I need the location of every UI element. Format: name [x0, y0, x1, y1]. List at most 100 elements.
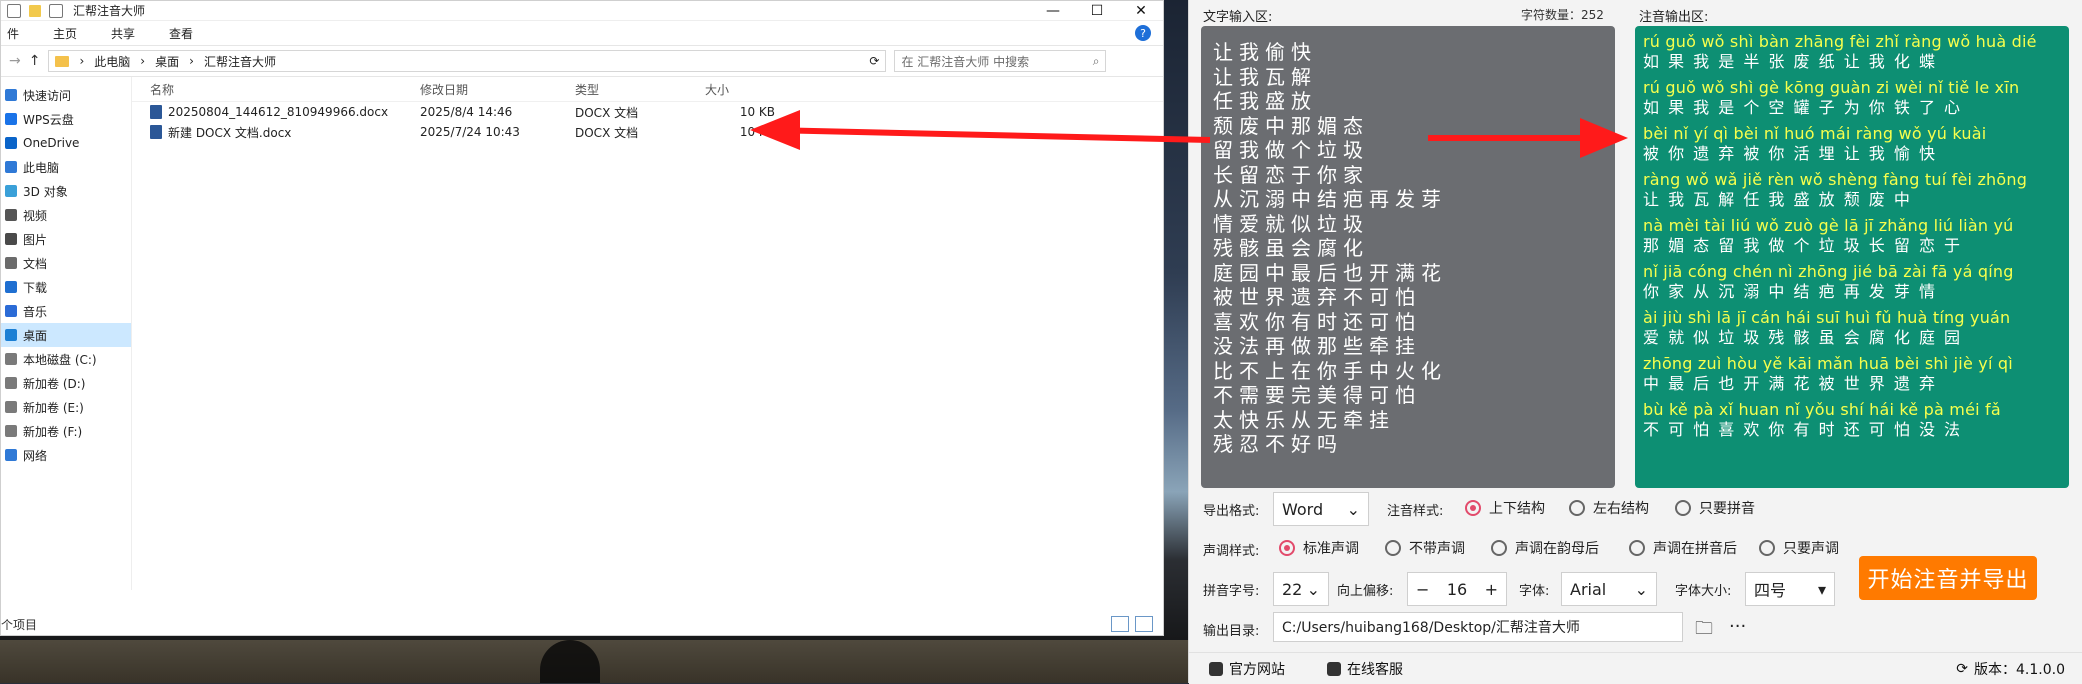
file-size: 10 KB [739, 125, 775, 139]
column-name[interactable]: 名称 [132, 81, 410, 98]
sidebar-item-music[interactable]: 音乐 [1, 299, 131, 323]
breadcrumb-current-folder[interactable]: 汇帮注音大师 [204, 53, 276, 70]
address-bar-row: → ↑ › 此电脑 › 桌面 › 汇帮注音大师 ⟳ 在 汇帮注音大师 中搜索 ⌕ [1, 46, 1163, 77]
properties-icon[interactable] [7, 3, 21, 18]
sidebar-item-documents[interactable]: 文档 [1, 251, 131, 275]
up-icon[interactable]: ↑ [29, 53, 41, 69]
file-explorer-window: 汇帮注音大师 — ☐ ✕ 件 主页 共享 查看 ? → ↑ › 此电脑 › 桌面… [0, 0, 1164, 636]
forward-icon[interactable]: → [9, 53, 21, 69]
computer-icon [5, 161, 17, 173]
drive-icon [5, 401, 17, 413]
search-placeholder: 在 汇帮注音大师 中搜索 [901, 54, 1030, 69]
hanzi-line: 不 可 怕 喜 欢 你 有 时 还 可 怕 没 法 [1643, 420, 1963, 439]
output-area-label: 注音输出区: [1639, 10, 1709, 25]
output-pair: rú guǒ wǒ shì gè kōng guàn zi wèi nǐ tiě… [1643, 78, 2069, 118]
sidebar-item-drive-e[interactable]: 新加卷 (E:) [1, 395, 131, 419]
address-bar[interactable]: › 此电脑 › 桌面 › 汇帮注音大师 ⟳ [48, 50, 887, 72]
sidebar-item-drive-f[interactable]: 新加卷 (F:) [1, 419, 131, 443]
breadcrumb-this-pc[interactable]: 此电脑 [94, 53, 130, 70]
customize-quick-access-icon[interactable] [49, 3, 63, 18]
output-dir-field[interactable]: C:/Users/huibang168/Desktop/汇帮注音大师 [1273, 612, 1683, 642]
sidebar-item-label: 此电脑 [23, 160, 60, 175]
sidebar-item-label: 新加卷 (E:) [23, 400, 84, 415]
sidebar-item-videos[interactable]: 视频 [1, 203, 131, 227]
zhuyin-option-top-bottom[interactable]: 上下结构 [1465, 498, 1545, 518]
pinyin-size-select[interactable]: 22 ⌄ [1273, 572, 1329, 606]
online-service-link[interactable]: 在线客服 [1327, 659, 1403, 679]
open-folder-icon[interactable]: 🗀 [1695, 616, 1713, 646]
input-line: 让我偷快 [1213, 40, 1317, 64]
tab-home[interactable]: 主页 [53, 25, 77, 42]
tone-option-after-vowel[interactable]: 声调在韵母后 [1491, 538, 1599, 558]
tab-view[interactable]: 查看 [169, 25, 193, 42]
offset-stepper[interactable]: − 16 + [1407, 572, 1507, 606]
details-view-icon[interactable] [1111, 616, 1129, 632]
export-format-select[interactable]: Word ⌄ [1273, 492, 1369, 526]
input-line: 没法再做那些牵挂 [1213, 334, 1421, 358]
tone-option-none[interactable]: 不带声调 [1385, 538, 1465, 558]
refresh-icon[interactable]: ⟳ [1956, 661, 1968, 677]
close-button[interactable]: ✕ [1119, 1, 1163, 20]
tab-file[interactable]: 件 [7, 25, 19, 42]
cube-icon [5, 185, 17, 197]
sidebar-item-3d-objects[interactable]: 3D 对象 [1, 179, 131, 203]
file-list: 名称 修改日期 类型 大小 20250804_144612_810949966.… [132, 77, 1163, 590]
new-folder-icon[interactable] [29, 4, 41, 17]
zhuyin-option-pinyin-only[interactable]: 只要拼音 [1675, 498, 1755, 518]
sidebar-item-pictures[interactable]: 图片 [1, 227, 131, 251]
download-icon [5, 281, 17, 293]
view-buttons [1111, 616, 1153, 632]
tone-option-after-pinyin[interactable]: 声调在拼音后 [1629, 538, 1737, 558]
file-row[interactable]: 新建 DOCX 文档.docx 2025/7/24 10:43 DOCX 文档 … [132, 122, 1163, 142]
sidebar-item-onedrive[interactable]: OneDrive [1, 131, 131, 155]
input-line: 不需要完美得可怕 [1213, 383, 1421, 407]
start-zhuyin-export-button[interactable]: 开始注音并导出 [1859, 556, 2037, 600]
column-date[interactable]: 修改日期 [410, 81, 565, 98]
sidebar-item-wps-cloud[interactable]: WPS云盘 [1, 107, 131, 131]
increment-button[interactable]: + [1485, 580, 1498, 599]
output-pair: bèi nǐ yí qì bèi nǐ huó mái ràng wǒ yú k… [1643, 124, 2069, 164]
more-options-button[interactable]: ··· [1729, 616, 1746, 637]
sidebar-item-downloads[interactable]: 下载 [1, 275, 131, 299]
tone-option-tone-only[interactable]: 只要声调 [1759, 538, 1839, 558]
file-name: 新建 DOCX 文档.docx [168, 125, 292, 140]
sidebar-item-network[interactable]: 网络 [1, 443, 131, 467]
window-title: 汇帮注音大师 [73, 4, 146, 18]
sidebar-item-drive-d[interactable]: 新加卷 (D:) [1, 371, 131, 395]
official-site-link[interactable]: 官方网站 [1209, 659, 1285, 679]
help-icon[interactable]: ? [1135, 25, 1151, 41]
large-icons-view-icon[interactable] [1135, 616, 1153, 632]
output-pair: nǐ jiā cóng chén nì zhōng jié bā zài fā … [1643, 262, 2069, 302]
decrement-button[interactable]: − [1416, 580, 1429, 599]
minimize-button[interactable]: — [1031, 1, 1075, 20]
radio-icon [1675, 500, 1691, 516]
sidebar-item-drive-c[interactable]: 本地磁盘 (C:) [1, 347, 131, 371]
pinyin-line: ài jiù shì lā jī cán hái suī huì fǔ huà … [1643, 308, 2011, 327]
maximize-button[interactable]: ☐ [1075, 1, 1119, 20]
explorer-main: 快速访问 WPS云盘 OneDrive 此电脑 3D 对象 视频 图片 文档 下… [1, 77, 1163, 590]
zhuyin-option-left-right[interactable]: 左右结构 [1569, 498, 1649, 518]
tab-share[interactable]: 共享 [111, 25, 135, 42]
version-text: 版本：4.1.0.0 [1974, 661, 2065, 678]
zhuyin-output-area[interactable]: rú guǒ wǒ shì bàn zhāng fèi zhǐ ràng wǒ … [1635, 26, 2069, 488]
refresh-icon[interactable]: ⟳ [869, 54, 879, 68]
font-size-select[interactable]: 四号 ▾ [1745, 572, 1835, 606]
font-select[interactable]: Arial ⌄ [1561, 572, 1657, 606]
output-dir-value: C:/Users/huibang168/Desktop/汇帮注音大师 [1282, 620, 1580, 636]
breadcrumb-desktop[interactable]: 桌面 [155, 53, 179, 70]
export-format-value: Word [1282, 499, 1324, 519]
sidebar-item-label: 视频 [23, 208, 48, 223]
column-size[interactable]: 大小 [695, 81, 775, 98]
tone-option-standard[interactable]: 标准声调 [1279, 538, 1359, 558]
search-input[interactable]: 在 汇帮注音大师 中搜索 ⌕ [894, 50, 1107, 72]
sidebar-item-desktop[interactable]: 桌面 [1, 323, 131, 347]
sidebar-item-quick-access[interactable]: 快速访问 [1, 83, 131, 107]
column-type[interactable]: 类型 [565, 81, 695, 98]
star-icon [5, 89, 17, 101]
text-input-area[interactable]: 让我偷快 让我瓦解 任我盛放 颓废中那媚态 留我做个垃圾 长留恋于你家 从沉溺中… [1201, 26, 1615, 488]
file-date: 2025/8/4 14:46 [420, 105, 513, 119]
file-row[interactable]: 20250804_144612_810949966.docx 2025/8/4 … [132, 102, 1163, 122]
search-icon[interactable]: ⌕ [1093, 54, 1100, 69]
sidebar-item-this-pc[interactable]: 此电脑 [1, 155, 131, 179]
input-line: 留我做个垃圾 [1213, 138, 1369, 162]
